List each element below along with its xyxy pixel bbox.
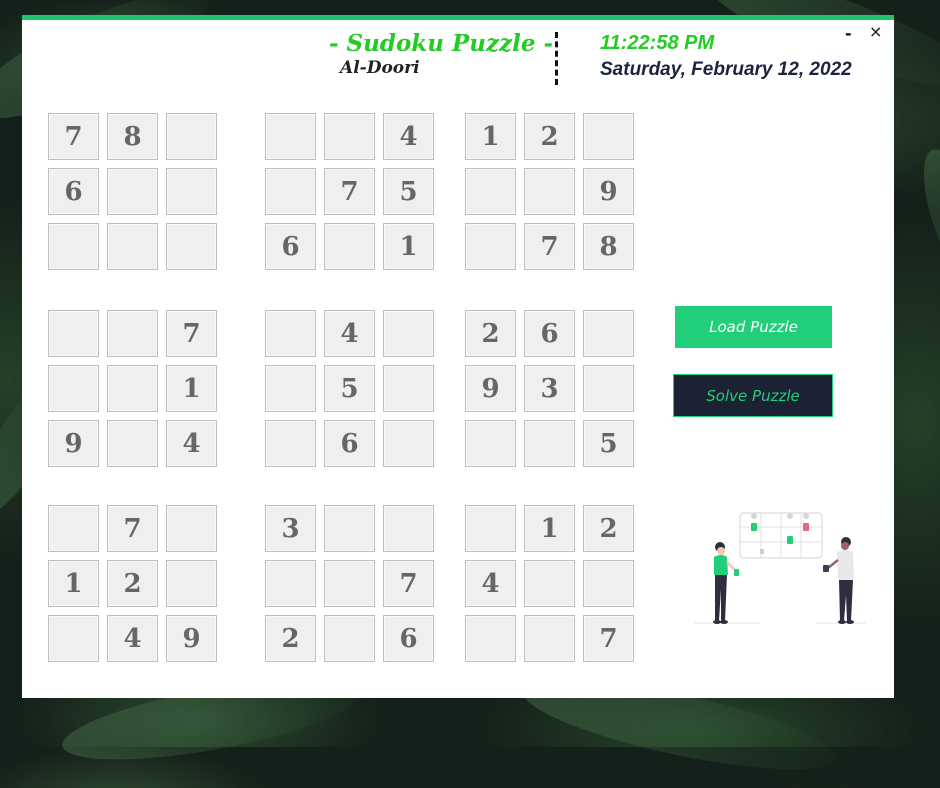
sudoku-cell[interactable] xyxy=(107,168,158,215)
sudoku-cell[interactable]: 7 xyxy=(583,615,634,662)
sudoku-cell[interactable] xyxy=(107,365,158,412)
sudoku-cell[interactable]: 6 xyxy=(524,310,575,357)
background-leaf xyxy=(909,141,940,309)
sudoku-cell[interactable] xyxy=(48,615,99,662)
sudoku-cell[interactable] xyxy=(383,310,434,357)
sudoku-cell[interactable]: 1 xyxy=(465,113,516,160)
sudoku-cell[interactable]: 8 xyxy=(583,223,634,270)
sudoku-cell[interactable]: 1 xyxy=(524,505,575,552)
sudoku-cell[interactable] xyxy=(583,310,634,357)
sudoku-cell[interactable] xyxy=(265,560,316,607)
sudoku-cell[interactable] xyxy=(324,560,375,607)
sudoku-cell[interactable]: 1 xyxy=(166,365,217,412)
sudoku-cell[interactable]: 5 xyxy=(324,365,375,412)
sudoku-cell[interactable]: 9 xyxy=(48,420,99,467)
sudoku-cell[interactable] xyxy=(524,420,575,467)
sudoku-cell[interactable]: 9 xyxy=(166,615,217,662)
sudoku-cell[interactable] xyxy=(166,168,217,215)
sudoku-cell[interactable]: 5 xyxy=(583,420,634,467)
sudoku-cell[interactable] xyxy=(324,615,375,662)
load-puzzle-button[interactable]: Load Puzzle xyxy=(675,306,832,348)
sudoku-cell[interactable] xyxy=(324,223,375,270)
sudoku-cell[interactable]: 3 xyxy=(265,505,316,552)
sudoku-cell[interactable]: 4 xyxy=(383,113,434,160)
sudoku-cell[interactable] xyxy=(465,505,516,552)
sudoku-cell[interactable]: 6 xyxy=(48,168,99,215)
sudoku-cell[interactable]: 4 xyxy=(107,615,158,662)
sudoku-cell[interactable]: 6 xyxy=(265,223,316,270)
sudoku-cell[interactable]: 7 xyxy=(48,113,99,160)
sudoku-cell[interactable] xyxy=(524,560,575,607)
sudoku-cell[interactable] xyxy=(166,113,217,160)
sudoku-cell[interactable] xyxy=(583,113,634,160)
sudoku-cell[interactable]: 1 xyxy=(383,223,434,270)
sudoku-cell[interactable]: 2 xyxy=(524,113,575,160)
sudoku-cell[interactable]: 9 xyxy=(583,168,634,215)
sudoku-cell[interactable]: 8 xyxy=(107,113,158,160)
sudoku-cell[interactable]: 9 xyxy=(465,365,516,412)
app-author: Al-Doori xyxy=(340,58,420,78)
sudoku-cell[interactable] xyxy=(324,113,375,160)
sudoku-cell[interactable] xyxy=(383,365,434,412)
sudoku-cell[interactable] xyxy=(465,615,516,662)
sudoku-cell[interactable]: 2 xyxy=(107,560,158,607)
sudoku-cell[interactable]: 7 xyxy=(524,223,575,270)
sudoku-cell[interactable]: 4 xyxy=(465,560,516,607)
sudoku-cell[interactable] xyxy=(166,505,217,552)
sudoku-cell[interactable] xyxy=(465,168,516,215)
sudoku-cell[interactable] xyxy=(524,168,575,215)
sudoku-cell[interactable]: 2 xyxy=(265,615,316,662)
sudoku-cell[interactable]: 7 xyxy=(383,560,434,607)
close-button[interactable]: × xyxy=(869,22,882,42)
solve-puzzle-button[interactable]: Solve Puzzle xyxy=(673,374,833,417)
sudoku-cell[interactable] xyxy=(583,560,634,607)
clock-date: Saturday, February 12, 2022 xyxy=(600,59,852,80)
sudoku-cell[interactable] xyxy=(465,223,516,270)
header-divider xyxy=(555,32,558,85)
sudoku-cell[interactable] xyxy=(383,420,434,467)
sudoku-cell[interactable]: 7 xyxy=(324,168,375,215)
sudoku-cell[interactable] xyxy=(166,560,217,607)
minimize-button[interactable]: - xyxy=(845,24,852,44)
app-window: - Sudoku Puzzle - Al-Doori 11:22:58 PM S… xyxy=(22,15,894,698)
sudoku-cell[interactable]: 1 xyxy=(48,560,99,607)
sudoku-cell[interactable] xyxy=(166,223,217,270)
sudoku-cell[interactable]: 7 xyxy=(166,310,217,357)
sudoku-cell[interactable]: 4 xyxy=(166,420,217,467)
sudoku-cell[interactable] xyxy=(265,365,316,412)
sudoku-cell[interactable] xyxy=(583,365,634,412)
sudoku-cell[interactable]: 2 xyxy=(465,310,516,357)
sudoku-cell[interactable] xyxy=(265,168,316,215)
sudoku-cell[interactable] xyxy=(265,113,316,160)
sudoku-cell[interactable] xyxy=(48,365,99,412)
sudoku-cell[interactable] xyxy=(324,505,375,552)
sudoku-cell[interactable] xyxy=(107,310,158,357)
sudoku-cell[interactable] xyxy=(48,505,99,552)
sudoku-cell[interactable]: 6 xyxy=(383,615,434,662)
clock-time: 11:22:58 PM xyxy=(600,32,715,54)
sudoku-cell[interactable] xyxy=(48,223,99,270)
sudoku-cell[interactable] xyxy=(265,310,316,357)
sudoku-cell[interactable]: 6 xyxy=(324,420,375,467)
sudoku-cell[interactable] xyxy=(107,223,158,270)
app-title: - Sudoku Puzzle - xyxy=(329,30,554,57)
sudoku-cell[interactable] xyxy=(524,615,575,662)
sudoku-cell[interactable] xyxy=(465,420,516,467)
sudoku-cell[interactable]: 7 xyxy=(107,505,158,552)
sudoku-cell[interactable]: 2 xyxy=(583,505,634,552)
sudoku-cell[interactable] xyxy=(265,420,316,467)
sudoku-cell[interactable]: 4 xyxy=(324,310,375,357)
sudoku-cell[interactable] xyxy=(107,420,158,467)
sudoku-cell[interactable] xyxy=(48,310,99,357)
sudoku-cell[interactable]: 3 xyxy=(524,365,575,412)
sudoku-cell[interactable] xyxy=(383,505,434,552)
sudoku-cell[interactable]: 5 xyxy=(383,168,434,215)
team-planning-illustration xyxy=(694,512,866,624)
